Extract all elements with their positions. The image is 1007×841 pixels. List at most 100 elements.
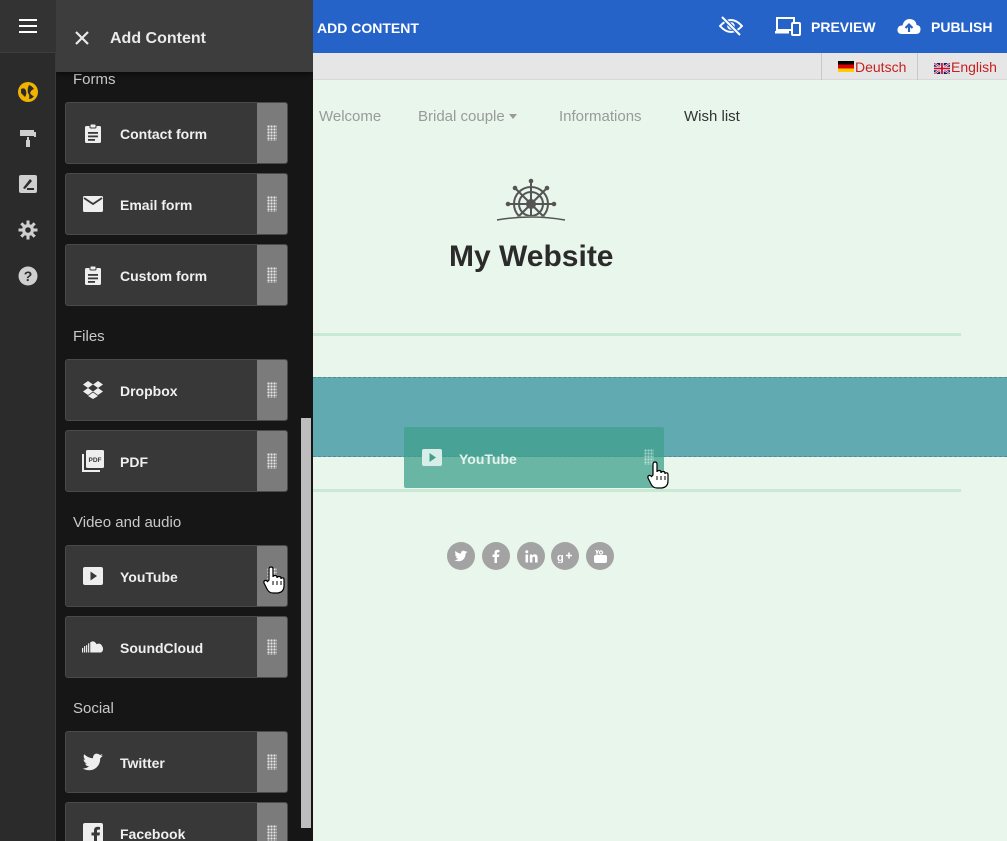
section-label-forms: Forms bbox=[73, 71, 116, 88]
nav-label: Bridal couple bbox=[418, 108, 505, 125]
menu-icon bbox=[19, 19, 37, 33]
youtube-play-icon bbox=[82, 565, 104, 587]
dragged-item-label: YouTube bbox=[459, 451, 517, 467]
content-item-label: YouTube bbox=[120, 569, 178, 585]
clipboard-icon bbox=[82, 122, 104, 144]
content-item-pdf[interactable]: PDF PDF bbox=[65, 430, 288, 492]
icon-rail: ? bbox=[0, 0, 56, 841]
drawer-scrollbar[interactable] bbox=[301, 418, 311, 828]
drag-handle[interactable] bbox=[257, 431, 287, 491]
nav-bridal-couple[interactable]: Bridal couple bbox=[418, 108, 517, 125]
content-item-custom-form[interactable]: Custom form bbox=[65, 244, 288, 306]
drag-handle[interactable] bbox=[257, 732, 287, 792]
preview-button[interactable]: PREVIEW bbox=[775, 16, 876, 38]
section-label-video-audio: Video and audio bbox=[73, 514, 182, 531]
drag-handle-icon bbox=[267, 639, 277, 655]
section-label-files: Files bbox=[73, 328, 105, 345]
paint-roller-icon[interactable] bbox=[17, 127, 39, 149]
eye-off-icon bbox=[718, 15, 744, 39]
drag-handle-icon bbox=[267, 754, 277, 770]
soundcloud-icon bbox=[82, 636, 104, 658]
content-item-label: Dropbox bbox=[120, 383, 178, 399]
uk-flag-icon bbox=[933, 61, 951, 75]
google-plus-icon[interactable]: g bbox=[551, 542, 579, 570]
hand-cursor-icon bbox=[263, 566, 287, 594]
globe-icon[interactable] bbox=[17, 81, 39, 103]
language-label: Deutsch bbox=[855, 58, 907, 75]
pdf-icon: PDF bbox=[82, 450, 104, 472]
ship-wheel-logo bbox=[493, 178, 569, 235]
svg-text:g: g bbox=[557, 552, 564, 563]
facebook-icon[interactable] bbox=[482, 542, 510, 570]
content-item-soundcloud[interactable]: SoundCloud bbox=[65, 616, 288, 678]
publish-button[interactable]: PUBLISH bbox=[897, 16, 992, 38]
facebook-icon bbox=[82, 822, 104, 841]
edit-note-icon[interactable] bbox=[17, 173, 39, 195]
nav-informations[interactable]: Informations bbox=[559, 108, 642, 125]
content-item-label: Custom form bbox=[120, 268, 208, 284]
menu-button[interactable] bbox=[0, 0, 56, 53]
drag-handle[interactable] bbox=[257, 174, 287, 234]
svg-text:?: ? bbox=[24, 268, 33, 284]
hand-cursor-icon bbox=[647, 461, 671, 489]
add-content-title: ADD CONTENT bbox=[317, 20, 419, 36]
content-item-label: Contact form bbox=[120, 126, 208, 142]
dropbox-icon bbox=[82, 379, 104, 401]
dragged-youtube-item[interactable]: YouTube bbox=[404, 427, 664, 488]
content-item-label: PDF bbox=[120, 454, 148, 470]
cloud-upload-icon bbox=[897, 17, 921, 38]
language-bar: Deutsch English bbox=[313, 53, 1007, 80]
caret-down-icon bbox=[508, 114, 517, 119]
add-content-drawer: Add Content Forms Contact form Email for… bbox=[56, 0, 313, 841]
drag-handle-icon bbox=[267, 825, 277, 841]
close-icon[interactable] bbox=[72, 28, 92, 48]
content-item-label: Twitter bbox=[120, 755, 165, 771]
drag-handle[interactable] bbox=[257, 803, 287, 841]
clipboard-icon bbox=[82, 264, 104, 286]
drag-handle-icon bbox=[267, 382, 277, 398]
content-item-dropbox[interactable]: Dropbox bbox=[65, 359, 288, 421]
content-item-label: Facebook bbox=[120, 826, 186, 841]
help-icon[interactable]: ? bbox=[17, 265, 39, 287]
content-item-youtube[interactable]: YouTube bbox=[65, 545, 288, 607]
svg-text:PDF: PDF bbox=[89, 457, 102, 464]
drawer-header: Add Content bbox=[56, 0, 313, 72]
youtube-icon[interactable] bbox=[586, 542, 614, 570]
content-item-label: SoundCloud bbox=[120, 640, 204, 656]
content-item-label: Email form bbox=[120, 197, 193, 213]
twitter-icon bbox=[82, 751, 104, 773]
drag-handle-icon bbox=[267, 196, 277, 212]
drag-handle[interactable] bbox=[257, 245, 287, 305]
language-english[interactable]: English bbox=[917, 53, 1007, 80]
content-item-contact-form[interactable]: Contact form bbox=[65, 102, 288, 164]
section-label-social: Social bbox=[73, 700, 114, 717]
drag-handle-icon bbox=[267, 125, 277, 141]
drag-handle-icon bbox=[267, 267, 277, 283]
publish-label: PUBLISH bbox=[931, 19, 993, 35]
german-flag-icon bbox=[838, 61, 854, 72]
envelope-icon bbox=[82, 193, 104, 215]
visibility-toggle-button[interactable] bbox=[718, 15, 744, 39]
nav-welcome[interactable]: Welcome bbox=[319, 108, 381, 125]
nav-wish-list[interactable]: Wish list bbox=[684, 108, 740, 125]
content-item-email-form[interactable]: Email form bbox=[65, 173, 288, 235]
top-bar: ADD CONTENT PREVIEW PUBLISH bbox=[313, 0, 1007, 53]
divider bbox=[313, 489, 961, 492]
drawer-title: Add Content bbox=[110, 30, 206, 47]
site-title: My Website bbox=[449, 240, 614, 273]
drag-handle-icon bbox=[267, 453, 277, 469]
drag-handle[interactable] bbox=[257, 360, 287, 420]
drag-handle[interactable] bbox=[257, 617, 287, 677]
devices-icon bbox=[775, 16, 801, 39]
drag-handle[interactable] bbox=[257, 103, 287, 163]
gear-icon[interactable] bbox=[17, 219, 39, 241]
content-item-facebook[interactable]: Facebook bbox=[65, 802, 288, 841]
language-deutsch[interactable]: Deutsch bbox=[821, 53, 917, 80]
youtube-play-icon bbox=[422, 449, 442, 471]
linkedin-icon[interactable] bbox=[517, 542, 545, 570]
divider bbox=[313, 333, 961, 336]
twitter-icon[interactable] bbox=[447, 542, 475, 570]
language-label: English bbox=[951, 58, 997, 75]
preview-label: PREVIEW bbox=[811, 19, 876, 35]
content-item-twitter[interactable]: Twitter bbox=[65, 731, 288, 793]
